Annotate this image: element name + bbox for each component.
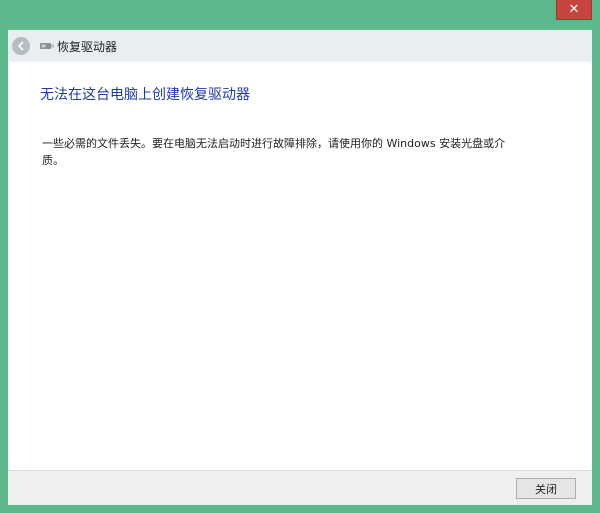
error-message: 一些必需的文件丢失。要在电脑无法启动时进行故障排除，请使用你的 Windows … [42,137,506,167]
close-icon: ✕ [568,2,580,17]
usb-drive-icon [39,40,55,52]
recovery-drive-window: ✕ 恢复驱动器 无法在这台电脑上创建恢复驱动器 一些必需的文件丢失。要在电脑无法… [0,0,600,513]
navigation-bar: 恢复驱动器 [8,30,592,62]
button-footer: 关闭 [8,470,592,505]
window-title: 恢复驱动器 [57,39,118,54]
back-arrow-icon [18,41,24,51]
close-dialog-button[interactable]: 关闭 [516,478,576,499]
error-heading: 无法在这台电脑上创建恢复驱动器 [40,87,250,103]
back-button[interactable] [12,37,30,55]
close-button[interactable]: ✕ [556,0,592,20]
main-content: 无法在这台电脑上创建恢复驱动器 一些必需的文件丢失。要在电脑无法启动时进行故障排… [8,62,592,470]
